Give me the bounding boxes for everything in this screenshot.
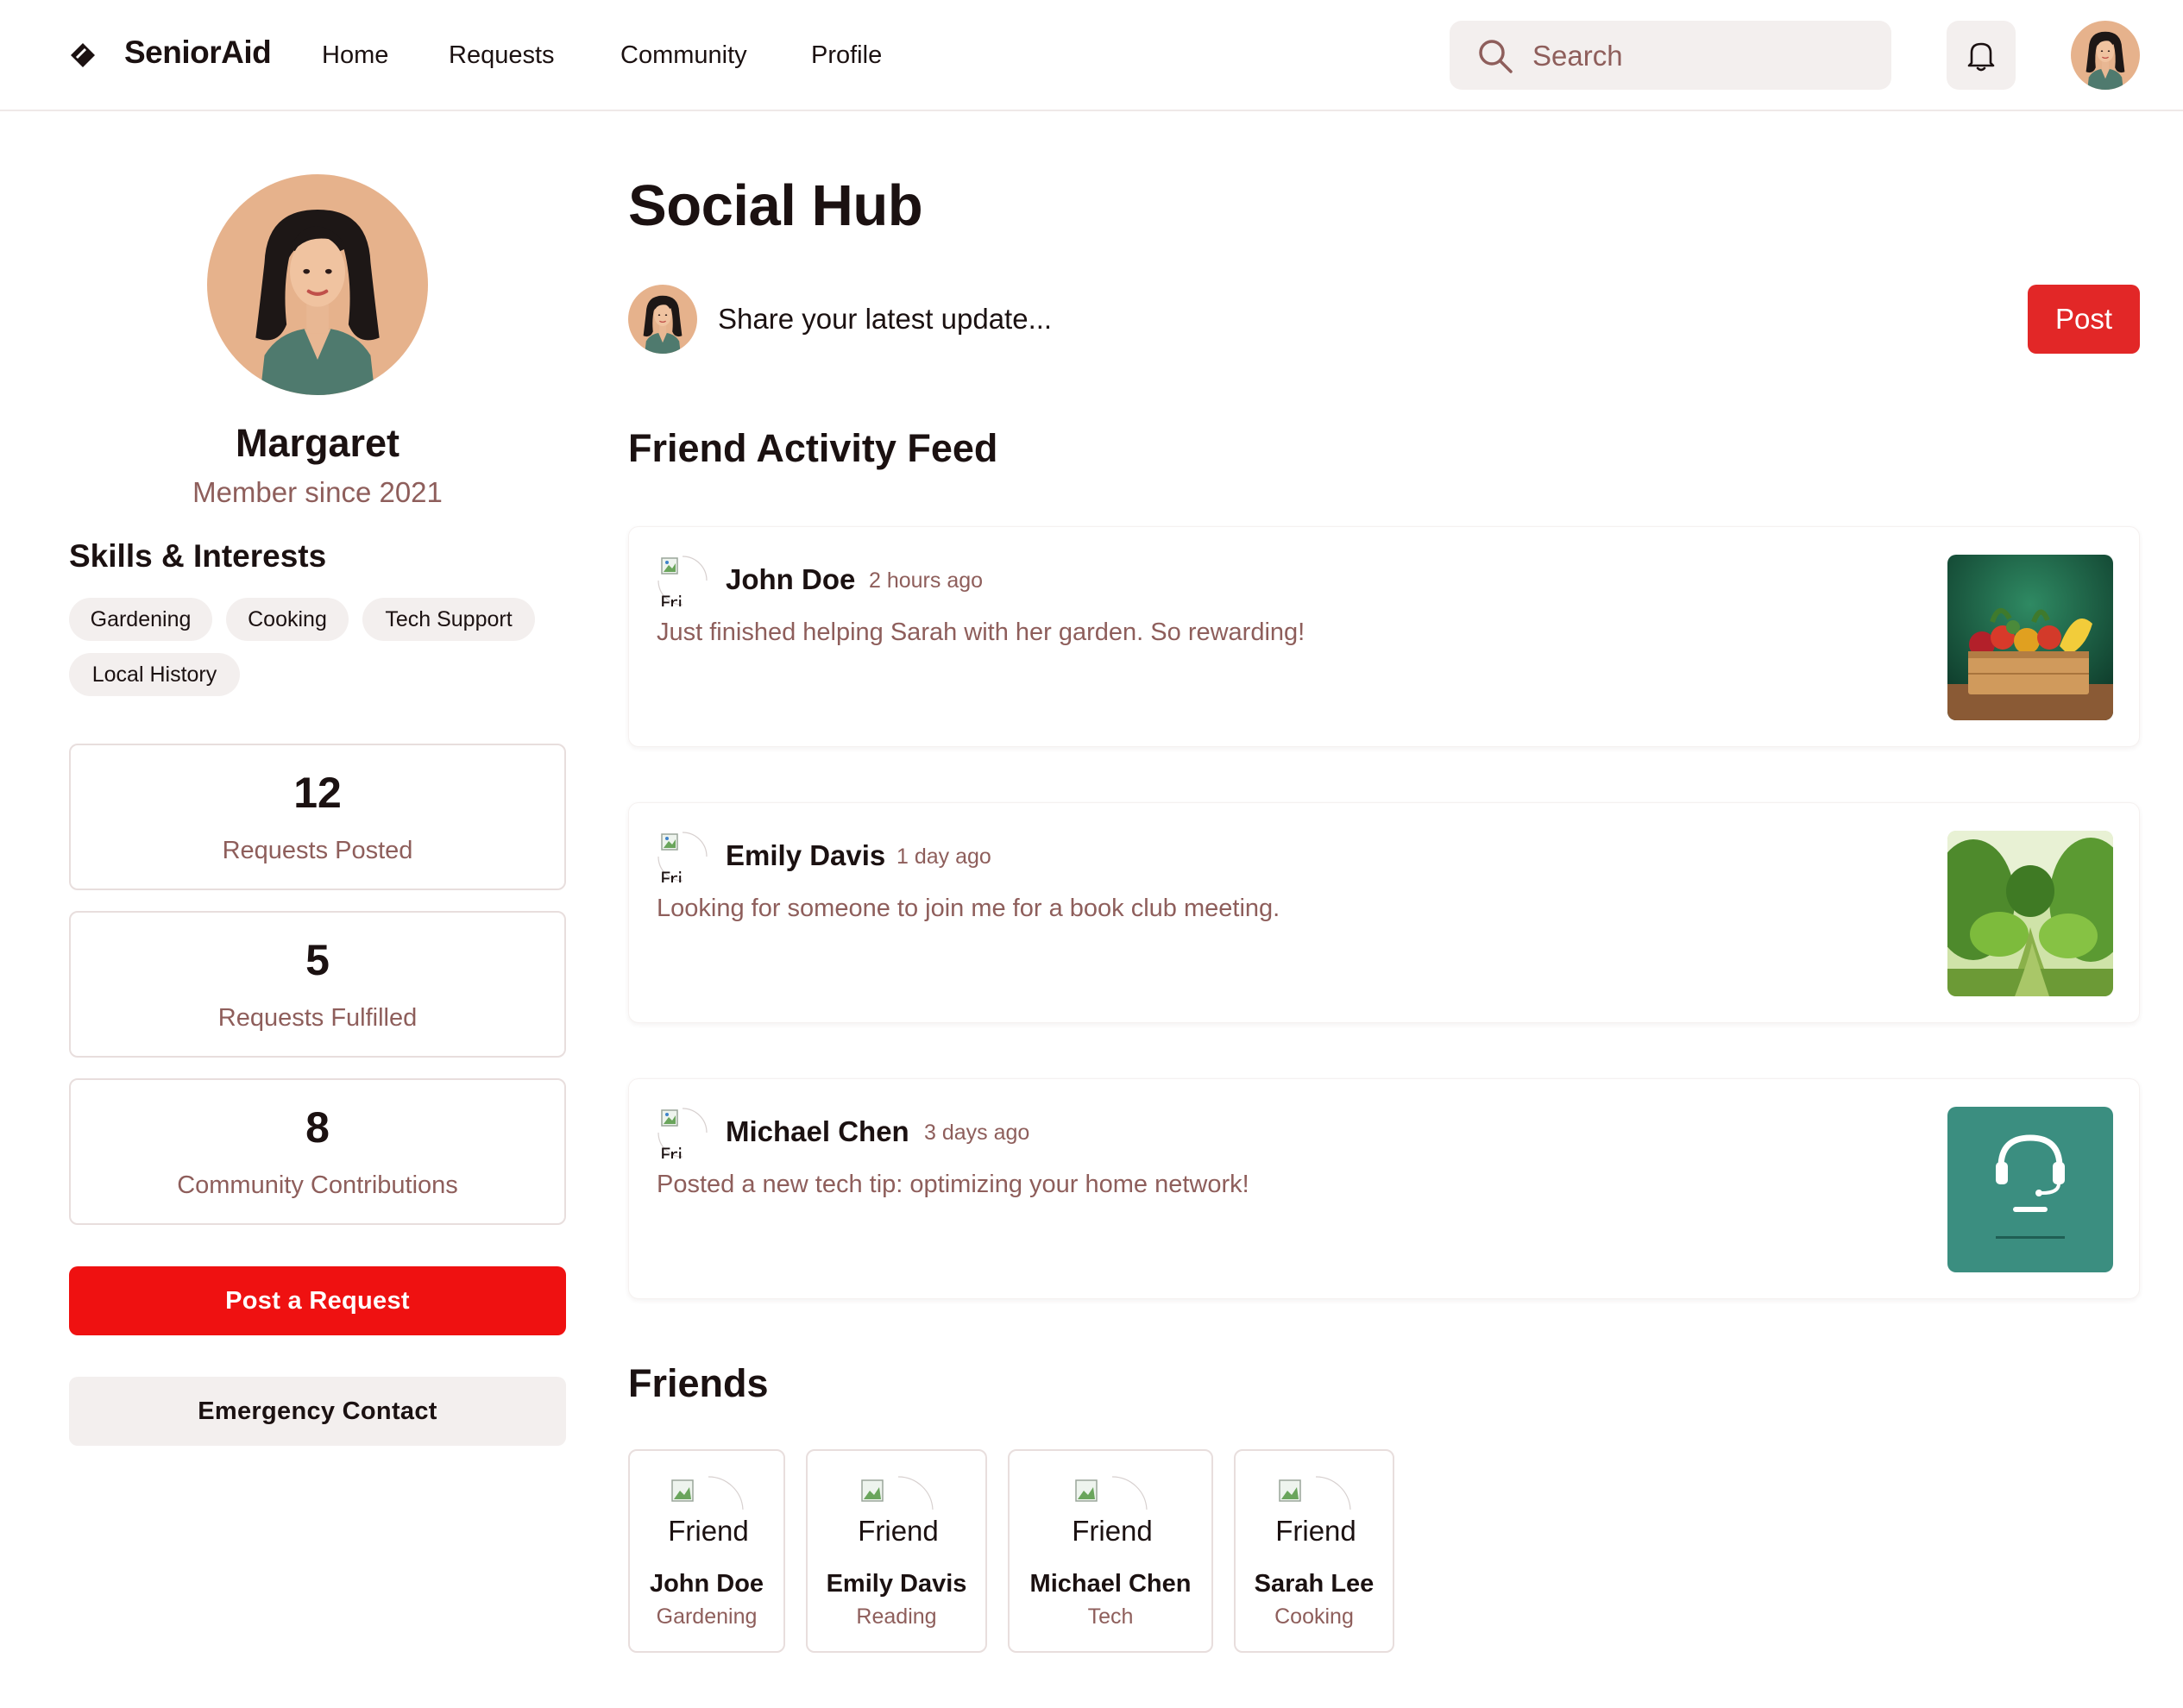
composer-avatar — [628, 285, 697, 354]
feed-text: Posted a new tech tip: optimizing your h… — [657, 1171, 1249, 1198]
avatar-alt-text: Friend — [1275, 1515, 1356, 1547]
stat-value: 8 — [305, 1103, 330, 1152]
bell-icon — [1967, 42, 1995, 72]
search-placeholder: Search — [1532, 40, 1623, 72]
friend-skill: Tech — [1087, 1604, 1134, 1629]
skills-heading: Skills & Interests — [69, 538, 327, 574]
friend-avatar-broken-image: Friend — [1071, 1475, 1154, 1553]
brand-name[interactable]: SeniorAid — [124, 35, 272, 71]
feed-timestamp: 3 days ago — [924, 1121, 1030, 1145]
post-request-button[interactable]: Post a Request — [69, 1266, 566, 1335]
feed-text: Just finished helping Sarah with her gar… — [657, 619, 1305, 646]
friend-card-john-doe[interactable]: Friend John Doe Gardening — [628, 1449, 785, 1653]
friend-card-michael-chen[interactable]: Friend Michael Chen Tech — [1008, 1449, 1213, 1653]
search-input[interactable]: Search — [1450, 21, 1891, 90]
page-title: Social Hub — [628, 173, 923, 238]
feed-heading: Friend Activity Feed — [628, 426, 998, 470]
stat-community-contributions: 8 Community Contributions — [69, 1078, 566, 1225]
search-icon — [1479, 40, 1513, 73]
vegetable-crate-image — [1947, 555, 2113, 720]
member-since: Member since 2021 — [192, 476, 443, 508]
user-avatar[interactable] — [2071, 21, 2140, 90]
notifications-button[interactable] — [1947, 21, 2016, 90]
friends-heading: Friends — [628, 1361, 769, 1405]
skill-chip-local-history[interactable]: Local History — [69, 653, 240, 696]
status-update-input[interactable] — [718, 300, 1995, 338]
nav-link-community[interactable]: Community — [620, 41, 747, 70]
feed-author-name[interactable]: Emily Davis — [726, 839, 885, 872]
friend-skill: Gardening — [656, 1604, 758, 1629]
feed-author-name[interactable]: Michael Chen — [726, 1115, 909, 1148]
profile-avatar-image — [207, 174, 428, 395]
post-button[interactable]: Post — [2028, 285, 2140, 354]
stat-value: 5 — [305, 936, 330, 984]
friend-skill: Cooking — [1274, 1604, 1354, 1629]
avatar-alt-text: Friend — [1072, 1515, 1153, 1547]
skill-chip-gardening[interactable]: Gardening — [69, 598, 212, 641]
top-navbar: SeniorAid Home Requests Community Profil… — [0, 0, 2183, 111]
nav-link-home[interactable]: Home — [322, 41, 388, 70]
avatar-alt-text: Friend — [668, 1515, 749, 1547]
stat-label: Requests Fulfilled — [217, 1004, 418, 1032]
friend-avatar-broken-image: Friend — [667, 1475, 750, 1553]
feed-thumbnail-garden[interactable] — [1947, 831, 2113, 996]
profile-avatar — [207, 174, 428, 395]
stat-requests-fulfilled: 5 Requests Fulfilled — [69, 911, 566, 1058]
nav-link-profile[interactable]: Profile — [811, 41, 882, 70]
tech-support-headset-icon — [1947, 1107, 2113, 1272]
friend-name: John Doe — [649, 1570, 764, 1598]
feed-card: John Doe 2 hours ago Just finished helpi… — [628, 526, 2140, 747]
friend-avatar-broken-image — [657, 555, 708, 606]
composer-avatar-image — [628, 285, 697, 354]
friend-avatar-broken-image — [657, 1107, 708, 1159]
friend-name: Michael Chen — [1029, 1570, 1192, 1598]
feed-timestamp: 1 day ago — [896, 845, 991, 869]
skill-chip-cooking[interactable]: Cooking — [226, 598, 349, 641]
friend-card-sarah-lee[interactable]: Friend Sarah Lee Cooking — [1234, 1449, 1394, 1653]
friend-name: Emily Davis — [826, 1570, 967, 1598]
emergency-contact-button[interactable]: Emergency Contact — [69, 1377, 566, 1446]
feed-text: Looking for someone to join me for a boo… — [657, 895, 1280, 922]
stat-value: 12 — [293, 769, 342, 817]
garden-hedges-image — [1947, 831, 2113, 996]
skill-chip-tech-support[interactable]: Tech Support — [362, 598, 535, 641]
nav-link-requests[interactable]: Requests — [449, 41, 555, 70]
user-avatar-image — [2071, 21, 2140, 90]
friend-avatar-broken-image: Friend — [857, 1475, 940, 1553]
friend-avatar-broken-image — [657, 831, 708, 882]
feed-author-name[interactable]: John Doe — [726, 563, 855, 596]
friend-avatar-broken-image: Friend — [1274, 1475, 1357, 1553]
feed-card: Michael Chen 3 days ago Posted a new tec… — [628, 1078, 2140, 1299]
friend-card-emily-davis[interactable]: Friend Emily Davis Reading — [806, 1449, 987, 1653]
friend-skill: Reading — [856, 1604, 937, 1629]
feed-timestamp: 2 hours ago — [869, 568, 984, 593]
feed-thumbnail-vegetables[interactable] — [1947, 555, 2113, 720]
stat-requests-posted: 12 Requests Posted — [69, 744, 566, 890]
logo-icon — [71, 43, 95, 67]
avatar-alt-text: Friend — [858, 1515, 939, 1547]
profile-name: Margaret — [235, 421, 400, 465]
feed-thumbnail-tech[interactable] — [1947, 1107, 2113, 1272]
stat-label: Requests Posted — [222, 837, 413, 864]
friend-name: Sarah Lee — [1254, 1570, 1375, 1598]
feed-card: Emily Davis 1 day ago Looking for someon… — [628, 802, 2140, 1023]
stat-label: Community Contributions — [177, 1171, 458, 1199]
